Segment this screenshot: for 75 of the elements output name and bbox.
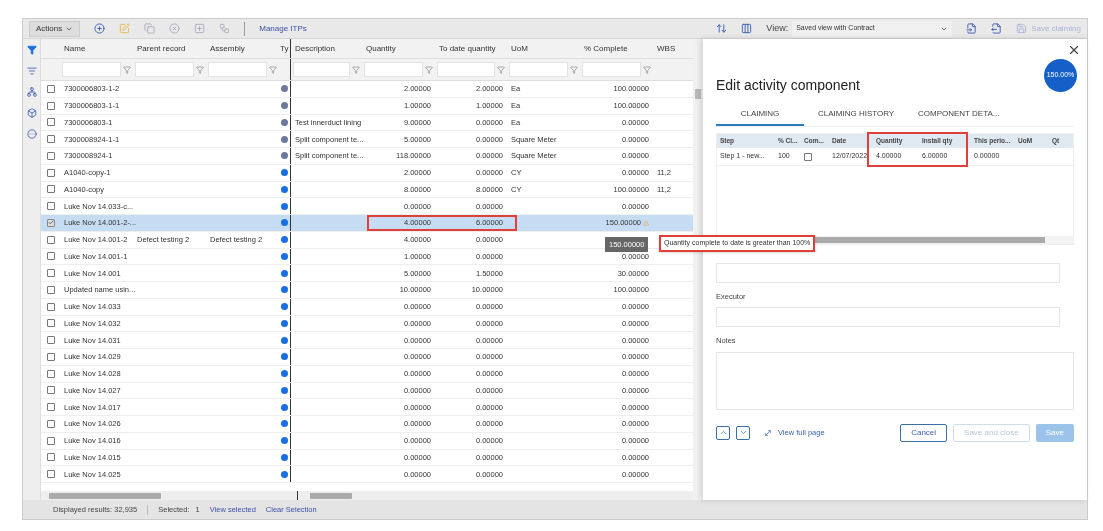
column-header[interactable]: Assembly <box>206 39 279 58</box>
more-icon[interactable] <box>26 129 37 139</box>
row-checkbox[interactable] <box>46 302 55 311</box>
row-checkbox[interactable] <box>46 252 55 261</box>
filter-field[interactable] <box>509 62 568 77</box>
column-header[interactable]: % Complete <box>580 39 653 58</box>
filter-field[interactable] <box>364 62 423 77</box>
row-checkbox[interactable] <box>46 84 55 93</box>
save-icon <box>1016 23 1028 34</box>
checkbox[interactable] <box>804 152 812 161</box>
filter-field[interactable] <box>437 62 495 77</box>
row-checkbox[interactable] <box>46 135 55 144</box>
next-button[interactable] <box>736 425 750 440</box>
row-checkbox[interactable] <box>46 386 55 395</box>
row-checkbox[interactable] <box>46 269 55 278</box>
notes-field[interactable] <box>716 351 1074 410</box>
close-icon[interactable] <box>1067 43 1081 57</box>
tab[interactable]: CLAIMING <box>716 104 804 126</box>
input-field[interactable] <box>716 307 1060 328</box>
filter-field[interactable] <box>135 62 194 77</box>
row-checkbox[interactable] <box>46 235 55 244</box>
view-label: View: <box>766 21 789 35</box>
input-field[interactable] <box>716 263 1060 283</box>
row-checkbox[interactable] <box>46 436 55 445</box>
row-checkbox[interactable] <box>46 403 55 412</box>
actions-button[interactable]: Actions <box>29 20 81 37</box>
row-checkbox[interactable] <box>46 369 55 378</box>
row-checkbox[interactable] <box>46 218 55 227</box>
row-checkbox[interactable] <box>46 185 55 194</box>
column-header[interactable]: Quantity <box>362 39 435 58</box>
manage-itps-link[interactable]: Manage ITPs <box>259 22 307 35</box>
tab[interactable]: COMPONENT DETA... <box>904 104 1004 126</box>
cancel-button[interactable]: Cancel <box>900 423 948 442</box>
scrollbar[interactable] <box>695 89 701 99</box>
scrollbar[interactable] <box>49 492 161 499</box>
row-checkbox[interactable] <box>46 202 55 211</box>
chevron-up-icon <box>718 428 728 437</box>
row-checkbox[interactable] <box>46 319 55 328</box>
row-checkbox[interactable] <box>46 336 55 345</box>
previous-button[interactable] <box>716 425 730 440</box>
add-icon[interactable] <box>94 23 106 34</box>
sort-icon[interactable] <box>716 23 728 34</box>
chevron-down-icon <box>738 428 748 437</box>
filter-field[interactable] <box>62 62 121 77</box>
row-checkbox[interactable] <box>46 285 55 294</box>
filter-field[interactable] <box>582 62 641 77</box>
filter-field[interactable] <box>293 62 350 77</box>
check-icon <box>47 219 54 227</box>
row-checkbox[interactable] <box>46 470 55 479</box>
column-header[interactable]: Parent record <box>133 39 206 58</box>
column-header[interactable]: To date quantity <box>435 39 507 58</box>
row-checkbox[interactable] <box>46 101 55 110</box>
column-header[interactable]: Description <box>290 39 362 58</box>
expand-icon <box>764 428 772 437</box>
row-checkbox[interactable] <box>46 419 55 428</box>
filter-icon[interactable] <box>26 45 37 55</box>
import-icon[interactable] <box>966 23 978 34</box>
warning-icon <box>643 219 649 226</box>
column-header[interactable]: WBS <box>653 39 693 58</box>
row-checkbox[interactable] <box>46 118 55 127</box>
row-checkbox[interactable] <box>46 168 55 177</box>
cube-icon[interactable] <box>26 108 37 118</box>
panel-title: Edit activity component <box>716 76 860 95</box>
column-header[interactable]: Ty <box>279 39 290 58</box>
columns-icon[interactable] <box>741 23 753 34</box>
column-header[interactable]: Name <box>60 39 133 58</box>
scrollbar[interactable] <box>310 492 352 499</box>
row-checkbox[interactable] <box>46 352 55 361</box>
column-header[interactable]: UoM <box>507 39 580 58</box>
filter-field[interactable] <box>208 62 267 77</box>
export-icon[interactable] <box>991 23 1003 34</box>
row-checkbox[interactable] <box>46 453 55 462</box>
row-checkbox[interactable] <box>46 151 55 160</box>
tab[interactable]: CLAIMING HISTORY <box>804 104 904 126</box>
list-filter-icon[interactable] <box>26 66 37 76</box>
